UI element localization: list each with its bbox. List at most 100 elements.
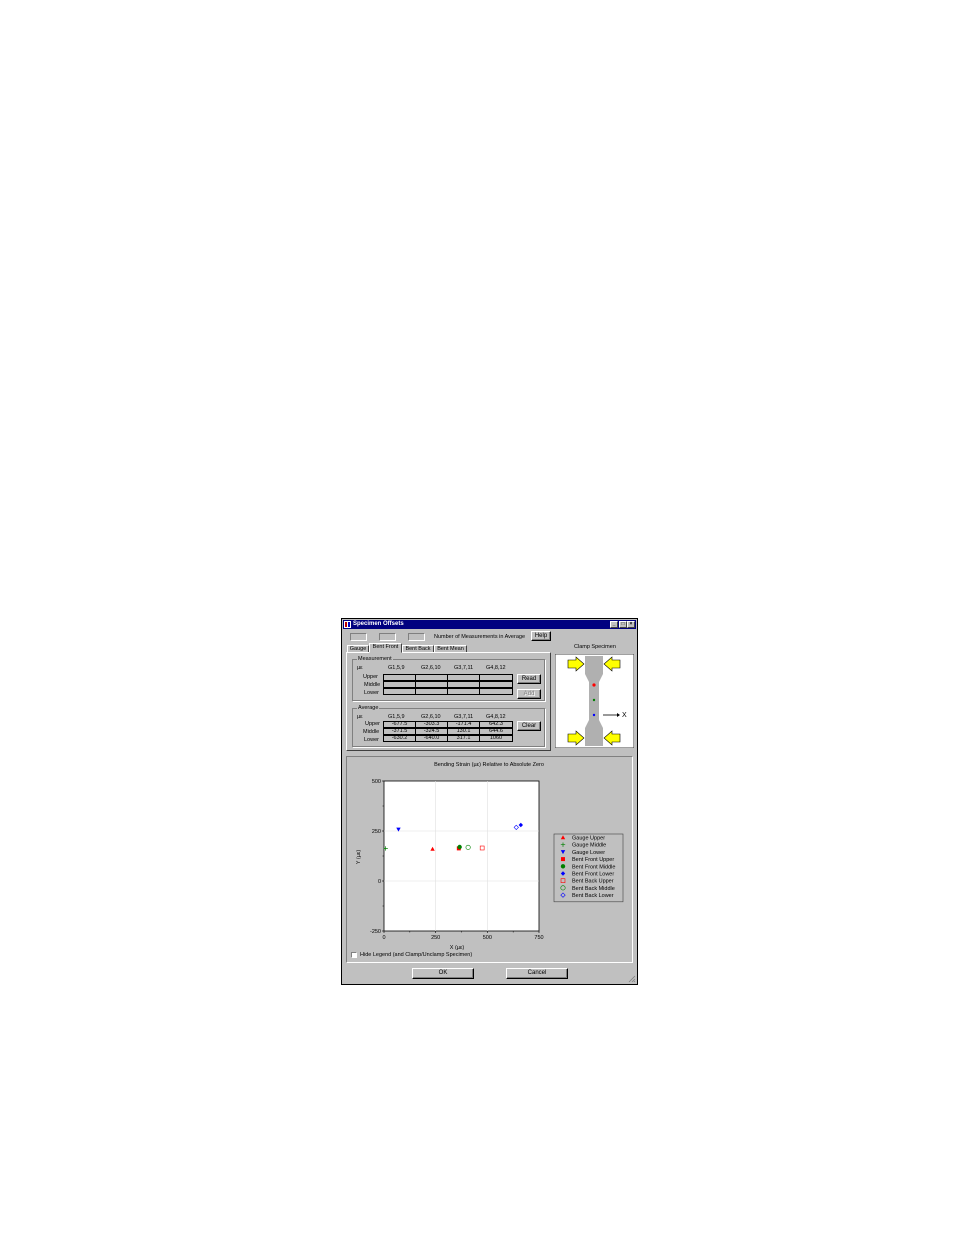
close-button[interactable]: ×	[627, 621, 635, 628]
clamp-specimen-diagram[interactable]: X	[555, 654, 634, 748]
legend-entry: Bent Front Middle	[572, 864, 615, 870]
measurement-cell	[479, 674, 513, 681]
help-button[interactable]: Help	[531, 631, 551, 641]
measurement-cell	[415, 681, 448, 688]
measurement-cell	[383, 674, 416, 681]
maximize-button[interactable]: □	[619, 621, 627, 628]
legend-marker	[560, 871, 566, 876]
hide-legend-checkbox[interactable]	[351, 952, 357, 958]
measurement-cell	[383, 681, 416, 688]
legend-entry: Bent Back Lower	[572, 893, 614, 899]
plot-background	[383, 780, 540, 932]
measurement-cell	[447, 674, 480, 681]
ok-button[interactable]: OK	[412, 968, 474, 979]
x-tick-label: 0	[382, 935, 385, 941]
y-tick-label: 250	[372, 829, 381, 835]
average-cell: 317.1	[447, 735, 480, 742]
measurement-count-box-1[interactable]	[350, 633, 367, 641]
average-row-label: Lower	[364, 737, 379, 743]
average-cell: 130.1	[447, 728, 480, 735]
upper-gauge-dot	[592, 683, 596, 687]
clamp-specimen-title: Clamp Specimen	[574, 644, 616, 650]
tab-bent-front[interactable]: Bent Front	[369, 643, 402, 653]
add-button[interactable]: Add	[517, 689, 541, 699]
legend-marker	[561, 857, 565, 862]
measurement-cell	[383, 688, 416, 695]
average-cell: -630.2	[383, 735, 416, 742]
legend-entry: Gauge Middle	[572, 843, 606, 849]
average-cell: -677.5	[383, 721, 416, 728]
measurement-count-box-2[interactable]	[379, 633, 396, 641]
measurement-count-box-3[interactable]	[408, 633, 425, 641]
average-row-label: Middle	[363, 729, 380, 735]
hide-legend-label: Hide Legend (and Clamp/Unclamp Specimen)	[360, 952, 473, 958]
clear-button[interactable]: Clear	[517, 721, 541, 731]
legend-entry: Bent Back Middle	[572, 886, 615, 892]
legend-marker	[560, 850, 566, 855]
measurement-cell	[447, 681, 480, 688]
y-axis-title: Y (µε)	[356, 850, 362, 865]
lower-gauge-dot	[592, 713, 596, 717]
average-cell: 642.3	[479, 721, 513, 728]
measurement-col-header: G1,5,9	[388, 665, 405, 671]
middle-gauge-dot	[592, 698, 596, 702]
bending-strain-chart: Bending Strain (µε) Relative to Absolute…	[356, 762, 624, 951]
legend-marker	[560, 878, 566, 883]
y-tick-label: 500	[372, 779, 381, 785]
average-col-header: G3,7,11	[454, 714, 474, 720]
cancel-button[interactable]: Cancel	[506, 968, 568, 979]
measurement-row-label: Middle	[364, 682, 381, 688]
average-cell: -371.5	[383, 728, 416, 735]
average-cell: -640.0	[415, 735, 448, 742]
measurement-row-label: Upper	[363, 674, 378, 680]
measurement-col-header: G2,6,10	[421, 665, 441, 671]
x-axis-title: X (µε)	[450, 945, 465, 951]
legend-marker	[560, 885, 566, 891]
average-cell: 644.6	[479, 728, 513, 735]
legend-entry: Gauge Upper	[572, 836, 605, 842]
title-bar[interactable]: Specimen Offsets _ □ ×	[343, 620, 636, 629]
measurement-row-label: Lower	[364, 690, 379, 696]
resize-grip-icon[interactable]	[628, 975, 636, 983]
measurement-cell	[415, 674, 448, 681]
average-cell: -303.3	[415, 721, 448, 728]
window-title: Specimen Offsets	[353, 621, 404, 627]
y-tick-label: -250	[370, 929, 381, 935]
read-button[interactable]: Read	[517, 674, 541, 684]
measurement-cell	[479, 681, 513, 688]
tab-page-bent-front: Measurement µε G1,5,9 G2,6,10 G3,7,11 G4…	[346, 652, 551, 751]
x-tick-label: 750	[534, 935, 543, 941]
average-col-header: G2,6,10	[421, 714, 441, 720]
measurement-cell	[447, 688, 480, 695]
measurement-cell	[415, 688, 448, 695]
average-cell: -171.4	[447, 721, 480, 728]
legend-entry: Bent Front Upper	[572, 857, 614, 863]
minimize-button[interactable]: _	[610, 621, 618, 628]
legend-entry: Bent Front Lower	[572, 872, 614, 878]
measurement-cell	[479, 688, 513, 695]
average-col-header: G1,5,9	[388, 714, 405, 720]
num-measurements-label: Number of Measurements in Average	[434, 634, 525, 640]
legend-marker	[560, 892, 566, 898]
x-axis-label: X	[622, 712, 627, 719]
data-point	[457, 844, 462, 850]
average-unit: µε	[357, 714, 363, 720]
legend-entry: Gauge Lower	[572, 850, 605, 856]
legend-marker	[560, 842, 566, 847]
app-icon	[344, 621, 351, 628]
average-group-label: Average	[357, 705, 380, 711]
average-cell: -324.5	[415, 728, 448, 735]
measurement-col-header: G4,8,12	[486, 665, 506, 671]
average-row-label: Upper	[365, 721, 380, 727]
x-tick-label: 250	[431, 935, 440, 941]
x-tick-label: 500	[483, 935, 492, 941]
y-tick-label: 0	[378, 879, 381, 885]
measurement-col-header: G3,7,11	[454, 665, 474, 671]
average-cell: 1060	[479, 735, 513, 742]
legend-marker	[560, 864, 566, 869]
measurement-group-label: Measurement	[357, 656, 393, 662]
legend-marker	[560, 835, 566, 840]
chart-title: Bending Strain (µε) Relative to Absolute…	[434, 762, 544, 768]
specimen-offsets-window: Specimen Offsets _ □ × Number of Measure…	[341, 618, 638, 985]
chart-panel: Bending Strain (µε) Relative to Absolute…	[346, 756, 633, 963]
